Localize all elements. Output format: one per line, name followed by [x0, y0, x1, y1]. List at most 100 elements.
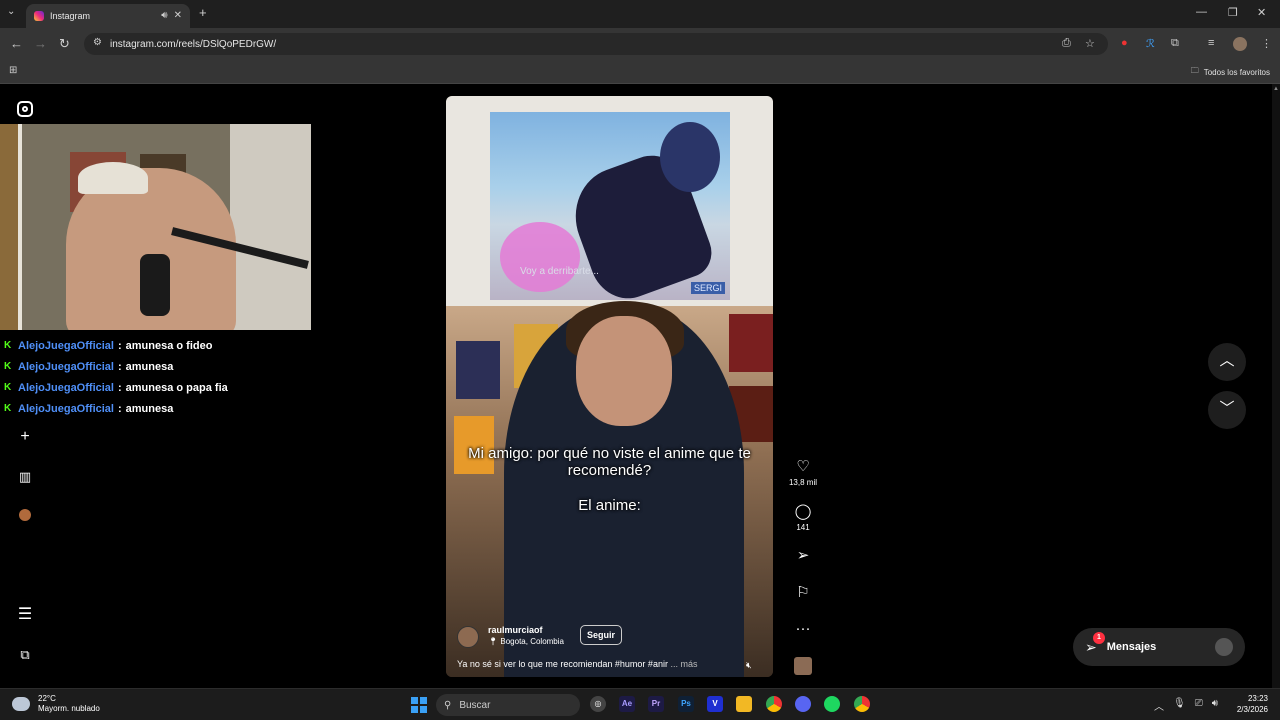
menu-icon[interactable]: ⋮	[1261, 37, 1272, 50]
media-control-icon[interactable]: ≡	[1208, 37, 1214, 49]
tab-search-icon[interactable]: ⌄	[7, 7, 15, 17]
chevron-up-icon: ︿	[1219, 352, 1235, 369]
bookmark-star-icon[interactable]: ☆	[1085, 37, 1095, 50]
messages-button[interactable]: ➢ 1 Mensajes	[1073, 628, 1245, 666]
new-tab-icon[interactable]: +	[199, 6, 207, 19]
chat-username: AlejoJuegaOfficial	[18, 381, 114, 394]
forward-icon[interactable]: →	[34, 36, 47, 51]
chat-message: K AlejoJuegaOfficial : amunesa o fideo	[4, 339, 213, 352]
audio-thumbnail[interactable]	[794, 657, 812, 675]
weather-condition: Mayorm. nublado	[38, 704, 100, 713]
create-plus-icon[interactable]: +	[16, 428, 34, 446]
copilot-icon[interactable]: ◎	[590, 696, 606, 712]
chat-text: amunesa o fideo	[125, 339, 213, 352]
search-placeholder: Buscar	[459, 699, 491, 711]
chrome-active-icon[interactable]	[854, 696, 870, 712]
window-close-icon[interactable]: ✕	[1257, 6, 1266, 19]
address-bar[interactable]: ⚙ instagram.com/reels/DSlQoPEDrGW/	[84, 33, 1108, 55]
more-options-button[interactable]: ···	[788, 621, 818, 637]
heart-icon: ♡	[796, 458, 810, 475]
site-info-icon[interactable]: ⚙	[93, 37, 102, 48]
file-explorer-icon[interactable]	[736, 696, 752, 712]
webcam-overlay	[0, 124, 311, 330]
instagram-favicon-icon	[34, 11, 44, 21]
anime-tag: SERGI	[691, 282, 726, 294]
vegas-icon[interactable]: V	[707, 696, 723, 712]
author-avatar[interactable]	[457, 626, 479, 648]
minimize-icon[interactable]: —	[1196, 6, 1207, 18]
reel-video[interactable]: Voy a derribarte... SERGI Mi amigo: por …	[446, 96, 773, 677]
previous-reel-button[interactable]: ︿	[1208, 343, 1246, 381]
restore-icon[interactable]: ❐	[1228, 6, 1238, 19]
subtitle-line: El anime:	[578, 497, 641, 514]
microphone	[140, 254, 170, 316]
messages-badge: 1	[1093, 632, 1105, 644]
reel-footer: raulmurciaof 📍︎ Bogota, Colombia Seguir …	[446, 616, 773, 677]
chat-username: AlejoJuegaOfficial	[18, 402, 114, 415]
kick-badge-icon: K	[4, 382, 12, 393]
back-icon[interactable]: ←	[10, 36, 23, 51]
after-effects-icon[interactable]: Ae	[619, 696, 635, 712]
chat-message: K AlejoJuegaOfficial : amunesa o papa fi…	[4, 381, 228, 394]
extension-red-icon[interactable]: ●	[1121, 37, 1128, 49]
messages-label: Mensajes	[1106, 641, 1157, 653]
follow-button[interactable]: Seguir	[580, 625, 623, 645]
more-menu-icon[interactable]: ☰	[16, 606, 34, 624]
translate-extension-icon[interactable]: ℛ	[1146, 37, 1155, 50]
share-button[interactable]: ➢	[788, 548, 818, 564]
chat-message: K AlejoJuegaOfficial : amunesa	[4, 360, 174, 373]
next-reel-button[interactable]: ﹀	[1208, 391, 1246, 429]
instagram-logo-icon[interactable]	[17, 101, 33, 117]
page-scrollbar[interactable]: ▲	[1272, 84, 1280, 688]
author-username[interactable]: raulmurciaof	[488, 625, 543, 635]
reload-icon[interactable]: ↻	[59, 36, 70, 52]
volume-icon[interactable]: 🔊︎	[1212, 698, 1218, 713]
chat-text: amunesa	[125, 360, 174, 373]
close-tab-icon[interactable]: ✕	[174, 11, 182, 21]
install-app-icon[interactable]: ⎙	[1062, 37, 1071, 50]
taskbar-search[interactable]: ⚲ Buscar	[436, 694, 580, 716]
folder-icon: 🗀	[1190, 66, 1199, 75]
search-icon: ⚲	[444, 699, 452, 711]
discord-icon[interactable]	[795, 696, 811, 712]
apps-icon[interactable]: ⊞	[9, 65, 17, 76]
temperature: 22°C	[38, 694, 56, 703]
profile-avatar[interactable]	[19, 509, 31, 521]
microphone-icon[interactable]: 🎙︎	[1173, 698, 1186, 713]
speaker-icon[interactable]: 🔊︎	[161, 11, 167, 21]
more-link[interactable]: ... más	[670, 659, 697, 669]
messages-avatar	[1215, 638, 1233, 656]
date: 2/3/2026	[1236, 705, 1268, 714]
kick-badge-icon: K	[4, 340, 12, 351]
url-text: instagram.com/reels/DSlQoPEDrGW/	[110, 38, 277, 50]
tray-overflow-icon[interactable]: ︿	[1154, 698, 1164, 713]
mute-icon[interactable]: 🔇︎	[746, 660, 752, 671]
chat-username: AlejoJuegaOfficial	[18, 360, 114, 373]
reel-caption[interactable]: Ya no sé si ver lo que me recomiendan #h…	[457, 659, 697, 669]
network-icon[interactable]: ⎚	[1195, 698, 1203, 713]
send-icon: ➢	[796, 547, 810, 564]
all-bookmarks-label: Todos los favoritos	[1203, 67, 1270, 77]
extensions-icon[interactable]: ⧉	[1171, 37, 1179, 50]
also-from-meta-icon[interactable]: ⧉	[16, 646, 34, 664]
start-button[interactable]	[411, 697, 427, 713]
caption-text: Ya no sé si ver lo que me recomiendan #h…	[457, 659, 668, 669]
profile-avatar-icon[interactable]	[1233, 37, 1247, 51]
instagram-page: K AlejoJuegaOfficial : amunesa o fideo K…	[0, 84, 1280, 688]
all-bookmarks-folder[interactable]: 🗀 Todos los favoritos	[1191, 65, 1270, 79]
dashboard-icon[interactable]: ▥	[16, 468, 34, 486]
like-button[interactable]: ♡ 13,8 mil	[788, 458, 818, 488]
comment-button[interactable]: ◯ 141	[788, 504, 818, 533]
comment-count: 141	[796, 523, 810, 532]
clock[interactable]: 23:23 2/3/2026	[1228, 693, 1268, 715]
stream-chat: K AlejoJuegaOfficial : amunesa o fideo K…	[4, 335, 304, 419]
weather-widget[interactable]: 22°C Mayorm. nublado	[12, 694, 100, 714]
spotify-icon[interactable]	[824, 696, 840, 712]
chrome-icon[interactable]	[766, 696, 782, 712]
taskbar: 22°C Mayorm. nublado ⚲ Buscar ◎ Ae Pr Ps…	[0, 688, 1280, 720]
tab-instagram[interactable]: Instagram 🔊︎ ✕	[26, 4, 190, 28]
photoshop-icon[interactable]: Ps	[678, 696, 694, 712]
premiere-icon[interactable]: Pr	[648, 696, 664, 712]
save-button[interactable]: ⚐	[788, 585, 818, 601]
author-location[interactable]: 📍︎ Bogota, Colombia	[488, 637, 564, 646]
